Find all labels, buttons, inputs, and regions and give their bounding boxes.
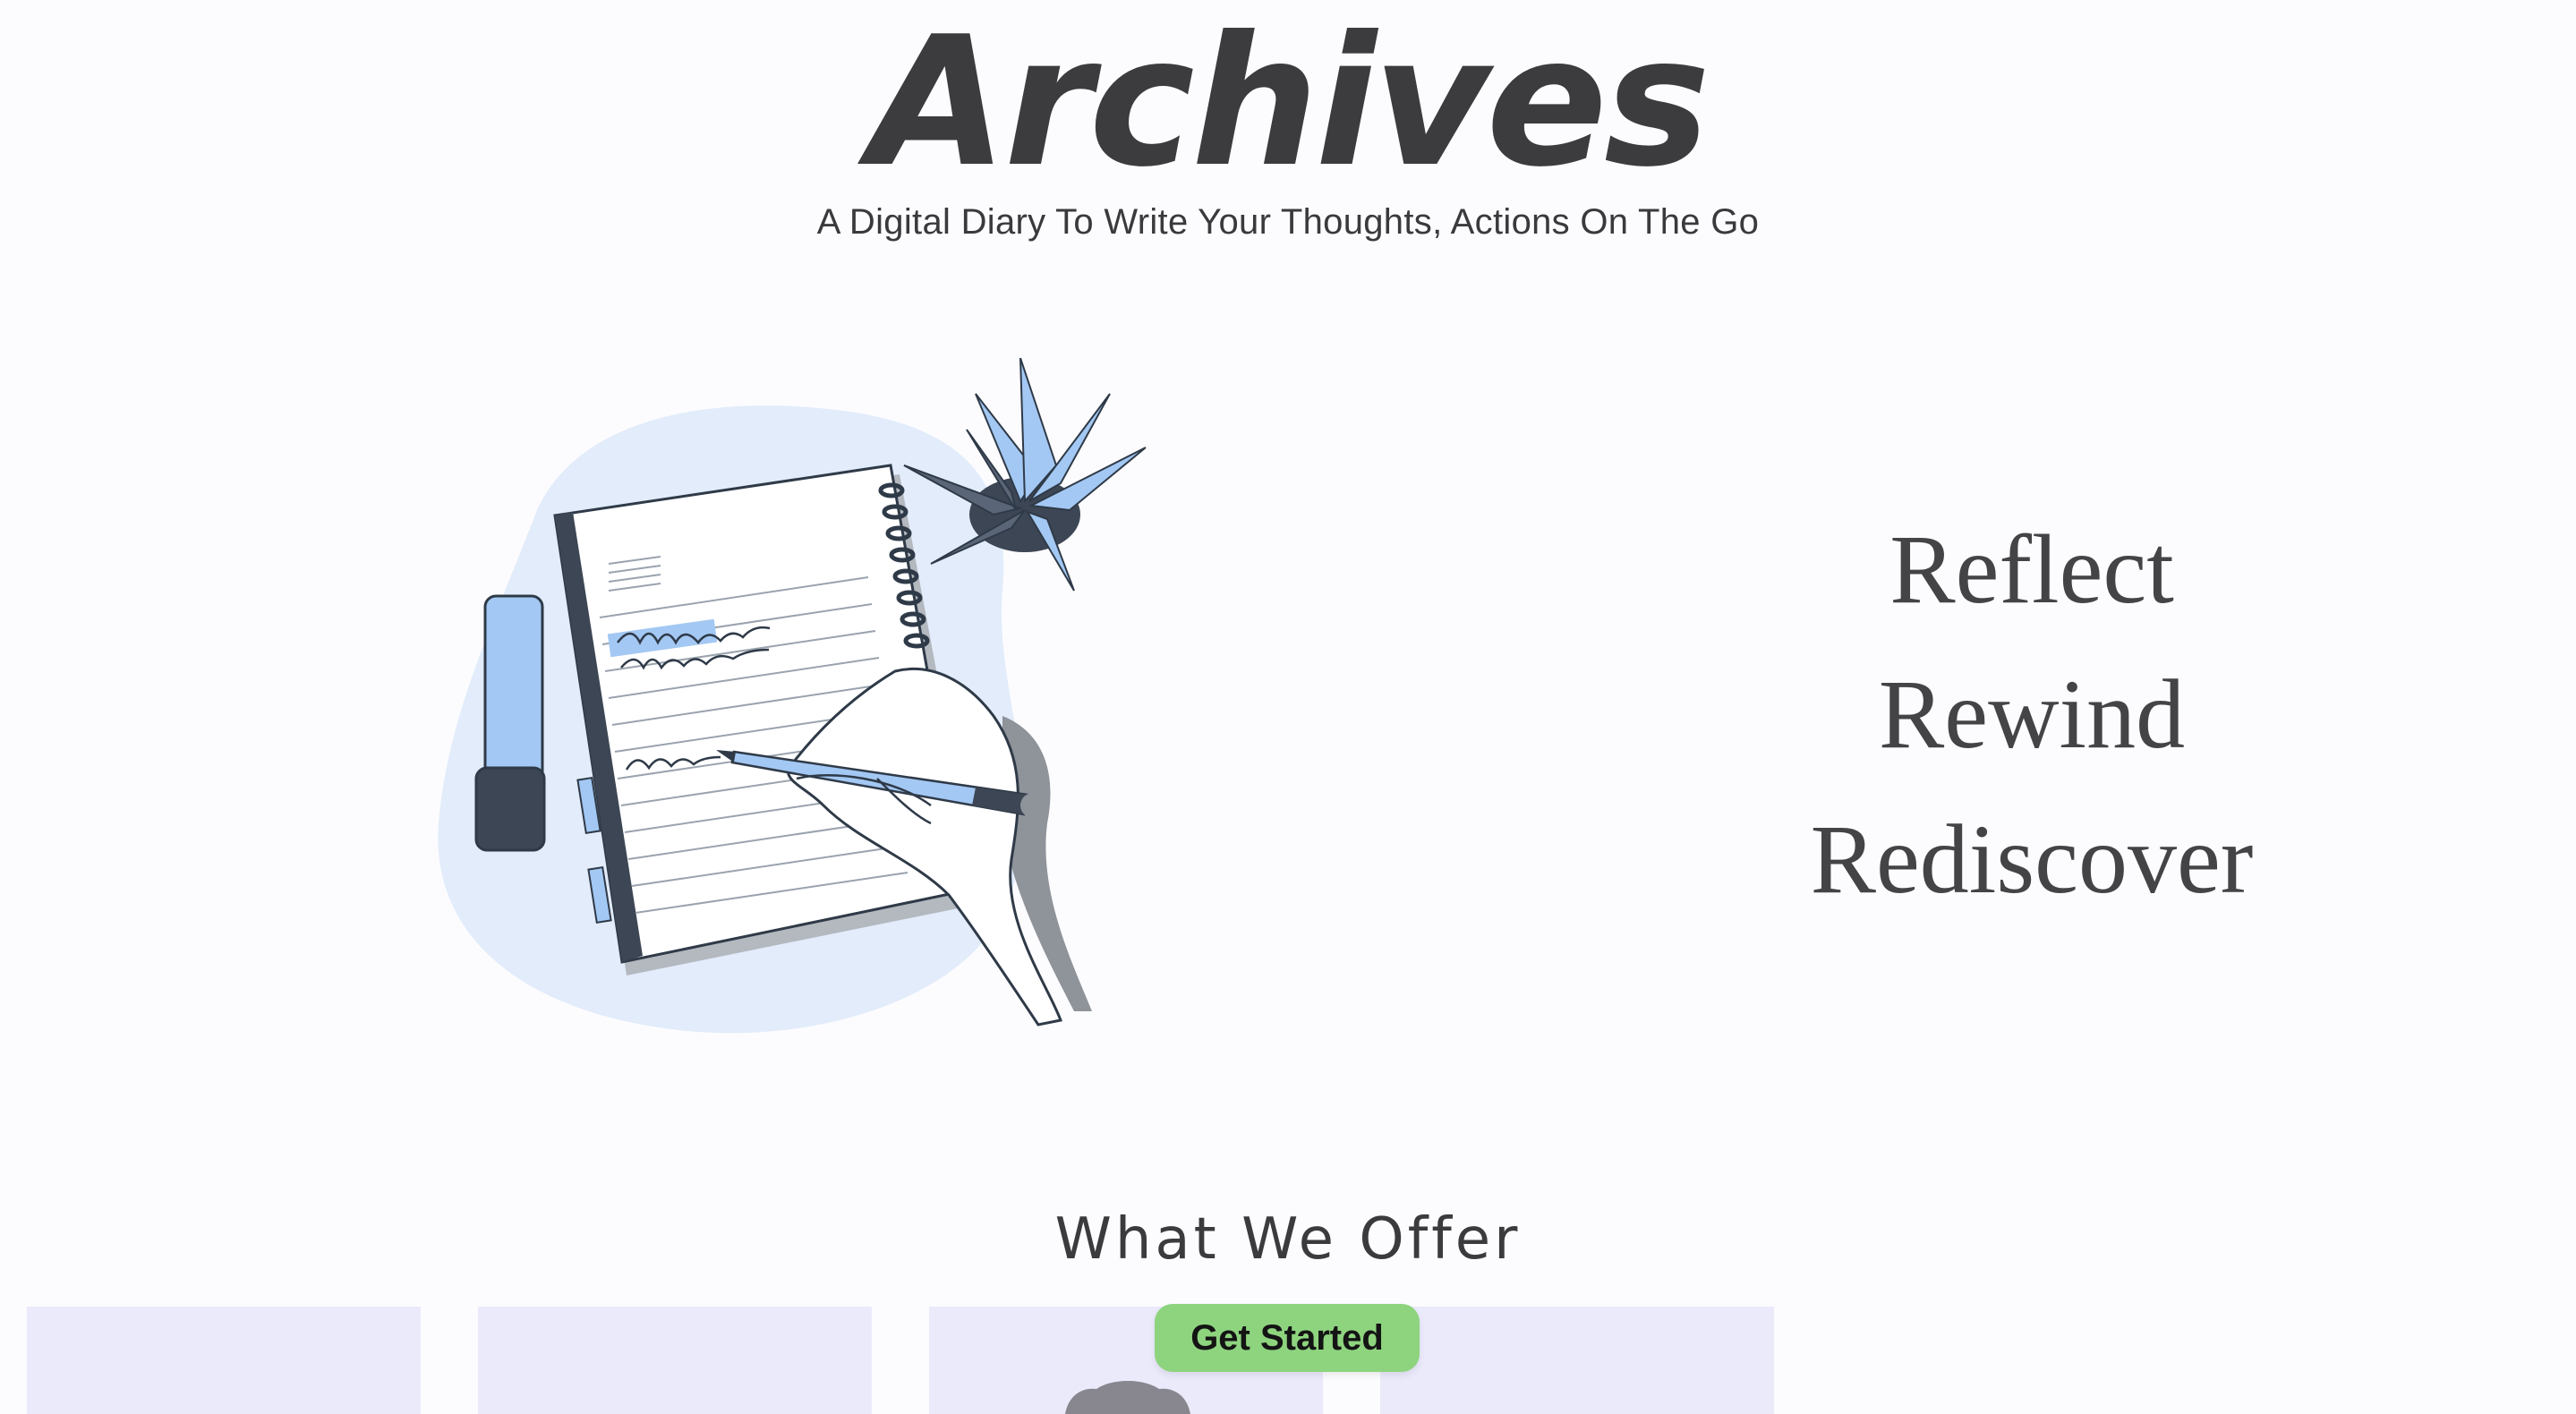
offer-card (27, 1307, 421, 1414)
diary-writing-illustration (438, 358, 1147, 1034)
offer-card (1380, 1307, 1774, 1414)
tagline-line: Rewind (1878, 660, 2186, 769)
offer-card (478, 1307, 872, 1414)
tagline-line: Rediscover (1810, 805, 2254, 914)
offer-card-icon (1065, 1381, 1190, 1414)
offer-heading: What We Offer (1054, 1206, 1522, 1273)
site-subtitle: A Digital Diary To Write Your Thoughts, … (816, 202, 1760, 242)
get-started-button[interactable]: Get Started (1155, 1304, 1420, 1372)
site-title: Archives (869, 0, 1710, 207)
marker-icon (474, 594, 546, 852)
hero-tagline: Reflect Rewind Rediscover (1656, 497, 2408, 932)
tagline-line: Reflect (1889, 515, 2174, 624)
